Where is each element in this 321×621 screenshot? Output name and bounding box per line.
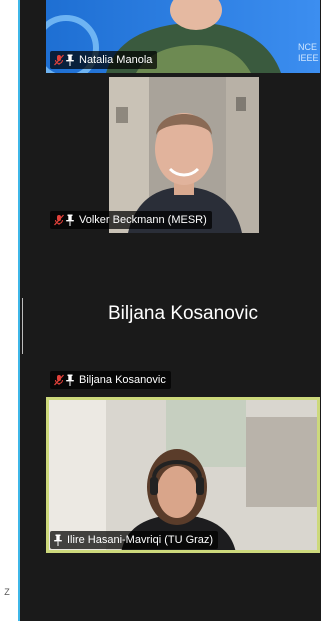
gallery-view: NCE IEEE Natalia Manola Volker Beckmann … <box>20 0 321 621</box>
participant-tile-ilire[interactable]: Ilire Hasani-Mavriqi (TU Graz) <box>46 397 320 553</box>
left-margin: Z <box>0 0 18 621</box>
mic-muted-icon <box>54 374 64 386</box>
pin-icon <box>66 374 74 386</box>
participant-tile-natalia[interactable]: NCE IEEE Natalia Manola <box>46 0 320 73</box>
pin-icon <box>66 214 74 226</box>
participant-tile-volker[interactable]: Volker Beckmann (MESR) <box>46 77 320 233</box>
nametag-biljana: Biljana Kosanovic <box>50 371 171 389</box>
svg-text:IEEE: IEEE <box>298 53 319 63</box>
nametag-ilire: Ilire Hasani-Mavriqi (TU Graz) <box>50 531 219 549</box>
video-feed-volker <box>46 77 320 233</box>
participant-name: Volker Beckmann (MESR) <box>79 214 207 226</box>
participant-tile-biljana[interactable]: Biljana Kosanovic Biljana Kosanovic <box>46 237 320 393</box>
participant-name: Natalia Manola <box>79 54 153 66</box>
nametag-volker: Volker Beckmann (MESR) <box>50 211 212 229</box>
panel-resize-handle[interactable] <box>22 298 26 354</box>
video-off-name: Biljana Kosanovic <box>108 303 258 324</box>
pin-icon <box>54 534 62 546</box>
video-logo-text: NCE <box>298 42 317 52</box>
video-feed-ilire <box>46 397 320 553</box>
participant-name: Ilire Hasani-Mavriqi (TU Graz) <box>67 534 214 546</box>
mic-muted-icon <box>54 54 64 66</box>
nametag-natalia: Natalia Manola <box>50 51 158 69</box>
mic-muted-icon <box>54 214 64 226</box>
corner-hint: Z <box>4 587 10 597</box>
participant-name: Biljana Kosanovic <box>79 374 166 386</box>
pin-icon <box>66 54 74 66</box>
